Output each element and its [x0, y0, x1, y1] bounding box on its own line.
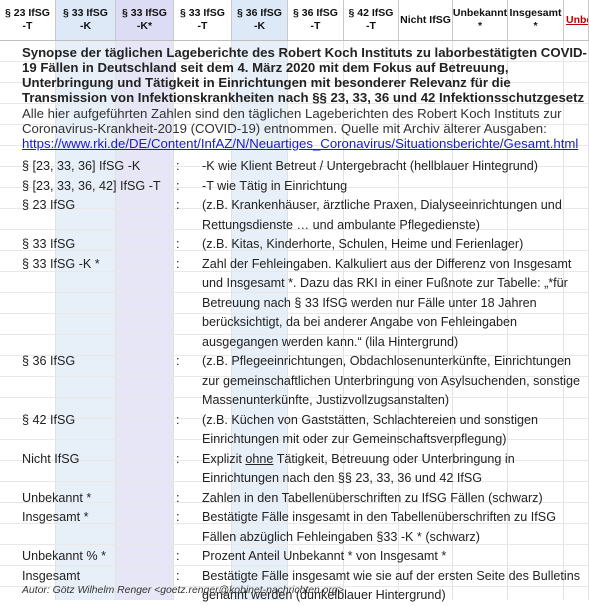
legend-desc: -T wie Tätig in Einrichtung [202, 178, 348, 193]
legend-colon: : [176, 256, 180, 271]
legend-desc: (z.B. Küchen von Gaststätten, Schlachter… [202, 412, 539, 447]
column-header-line1: Nicht IfSG [400, 13, 451, 26]
column-header-line2: * [477, 20, 483, 32]
legend-key: Nicht IfSG [22, 451, 80, 466]
column-header-line2: -T [366, 20, 376, 32]
legend-row: Nicht IfSG: Explizit ohne Tätigkeit, Betr… [22, 450, 589, 489]
column-header-line1: Unbeka [566, 13, 588, 26]
column-header-line1: § 33 IfSG [122, 7, 167, 19]
legend-desc: Zahlen in den Tabellenüberschriften zu I… [202, 490, 543, 505]
legend-key: § 36 IfSG [22, 354, 76, 368]
synopse-heading: Synopse der täglichen Lageberichte des R… [22, 45, 587, 105]
legend-key: § 42 IfSG [22, 412, 76, 427]
legend-row: § 33 IfSG -K *: Zahl der Fehleingaben. Ka… [22, 255, 589, 353]
column-header-line1: § 36 IfSG [293, 7, 338, 19]
legend-row: Unbekannt *: Zahlen in den Tabellenübersc… [22, 489, 589, 509]
column-header-line2: -T [22, 20, 33, 32]
column-header[interactable]: § 33 IfSG -K* [116, 0, 174, 40]
column-header[interactable]: § 36 IfSG -T [288, 0, 344, 40]
column-header-line1: Insgesamt [509, 7, 562, 19]
legend-row: Unbekannt % *: Prozent Anteil Unbekannt *… [22, 547, 589, 567]
column-header[interactable]: § 36 IfSG -K [232, 0, 288, 40]
legend-colon: : [176, 412, 180, 427]
column-header[interactable]: Nicht IfSG [399, 0, 453, 40]
legend-colon: : [176, 549, 180, 563]
legend-colon: : [176, 198, 180, 212]
legend-desc: Zahl der Fehleingaben. Kalkuliert aus de… [202, 256, 572, 349]
column-header[interactable]: Unbeka [564, 0, 589, 40]
column-header-line1: Unbekannt [453, 7, 508, 19]
legend-desc: (z.B. Krankenhäuser, ärztliche Praxen, D… [202, 198, 562, 232]
legend-colon: : [176, 451, 180, 466]
sheet-text-block: Synopse der täglichen Lageberichte des R… [22, 45, 589, 151]
legend-desc: Bestätigte Fälle insgesamt in den Tabell… [202, 510, 556, 544]
legend-key: Unbekannt % * [22, 549, 107, 563]
legend-row: § [23, 33, 36, 42] IfSG -T: -T wie Tätig … [22, 177, 589, 197]
legend-key: § 23 IfSG [22, 198, 76, 212]
column-header-row: § 23 IfSG -T § 33 IfSG -K § 33 IfSG -K* § 3… [0, 0, 589, 41]
legend-desc: Explizit ohne Tätigkeit, Betreuung oder … [202, 450, 589, 489]
legend-colon: : [176, 490, 180, 505]
column-header[interactable]: § 33 IfSG -K [56, 0, 116, 40]
column-header-line2: -T [197, 20, 208, 32]
intro-text: Alle hier aufgeführten Zahlen sind den t… [22, 106, 562, 136]
legend-colon: : [176, 178, 180, 193]
column-header[interactable]: § 42 IfSG -T [344, 0, 399, 40]
source-link[interactable]: https://www.rki.de/DE/Content/InfAZ/N/Ne… [22, 136, 578, 151]
legend-row: § [23, 33, 36] IfSG -K: -K wie Klient Bet… [22, 157, 589, 177]
legend-desc-underlined: ohne [245, 451, 274, 466]
legend-desc-pre: Explizit [202, 451, 246, 466]
column-header-line2: * [533, 20, 538, 32]
legend-row: § 23 IfSG: (z.B. Krankenhäuser, ärztliche… [22, 196, 589, 235]
intro-paragraph: Alle hier aufgeführten Zahlen sind den t… [22, 106, 589, 151]
legend-key: § [23, 33, 36, 42] IfSG -T [22, 178, 161, 193]
column-header-line1: § 36 IfSG [237, 7, 282, 19]
column-header-line2: -T [310, 20, 321, 32]
legend-row: § 42 IfSG: (z.B. Küchen von Gaststätten, … [22, 411, 589, 450]
column-header[interactable]: Unbekannt * [453, 0, 508, 40]
legend-colon: : [176, 237, 180, 251]
column-header-line1: § 23 IfSG [5, 7, 50, 19]
column-header-line1: § 42 IfSG [348, 7, 394, 19]
legend-list: § [23, 33, 36] IfSG -K: -K wie Klient Bet… [22, 157, 589, 606]
legend-key: § 33 IfSG -K * [22, 256, 100, 271]
legend-key: Unbekannt * [22, 490, 92, 505]
author-credit: Autor: Götz Wilhelm Renger <goetz.renger… [22, 585, 344, 596]
column-header-line1: § 33 IfSG [63, 7, 108, 19]
column-header[interactable]: Insgesamt * [508, 0, 564, 40]
legend-desc: Prozent Anteil Unbekannt * von Insgesamt… [202, 549, 447, 563]
legend-row: Insgesamt *: Bestätigte Fälle insgesamt i… [22, 508, 589, 547]
legend-colon: : [176, 510, 180, 524]
column-header-line1: § 33 IfSG [180, 7, 225, 19]
column-header-line2: -K* [136, 20, 153, 32]
legend-colon: : [176, 354, 180, 368]
legend-key: § 33 IfSG [22, 237, 76, 251]
legend-key: § [23, 33, 36] IfSG -K [22, 159, 141, 173]
column-header-line2: -K [253, 20, 266, 32]
legend-row: § 33 IfSG: (z.B. Kitas, Kinderhorte, Schu… [22, 235, 589, 255]
legend-colon: : [176, 159, 180, 173]
column-header[interactable]: § 23 IfSG -T [0, 0, 56, 40]
legend-row: § 36 IfSG: (z.B. Pflegeeinrichtungen, Obd… [22, 352, 589, 411]
legend-desc: (z.B. Pflegeeinrichtungen, Obdachlosenun… [202, 354, 581, 407]
column-header[interactable]: § 33 IfSG -T [174, 0, 232, 40]
column-header-line2: -K [79, 20, 92, 32]
legend-desc: -K wie Klient Betreut / Untergebracht (h… [202, 159, 539, 173]
legend-key: Insgesamt * [22, 510, 89, 524]
legend-desc: (z.B. Kitas, Kinderhorte, Schulen, Heime… [202, 237, 524, 251]
